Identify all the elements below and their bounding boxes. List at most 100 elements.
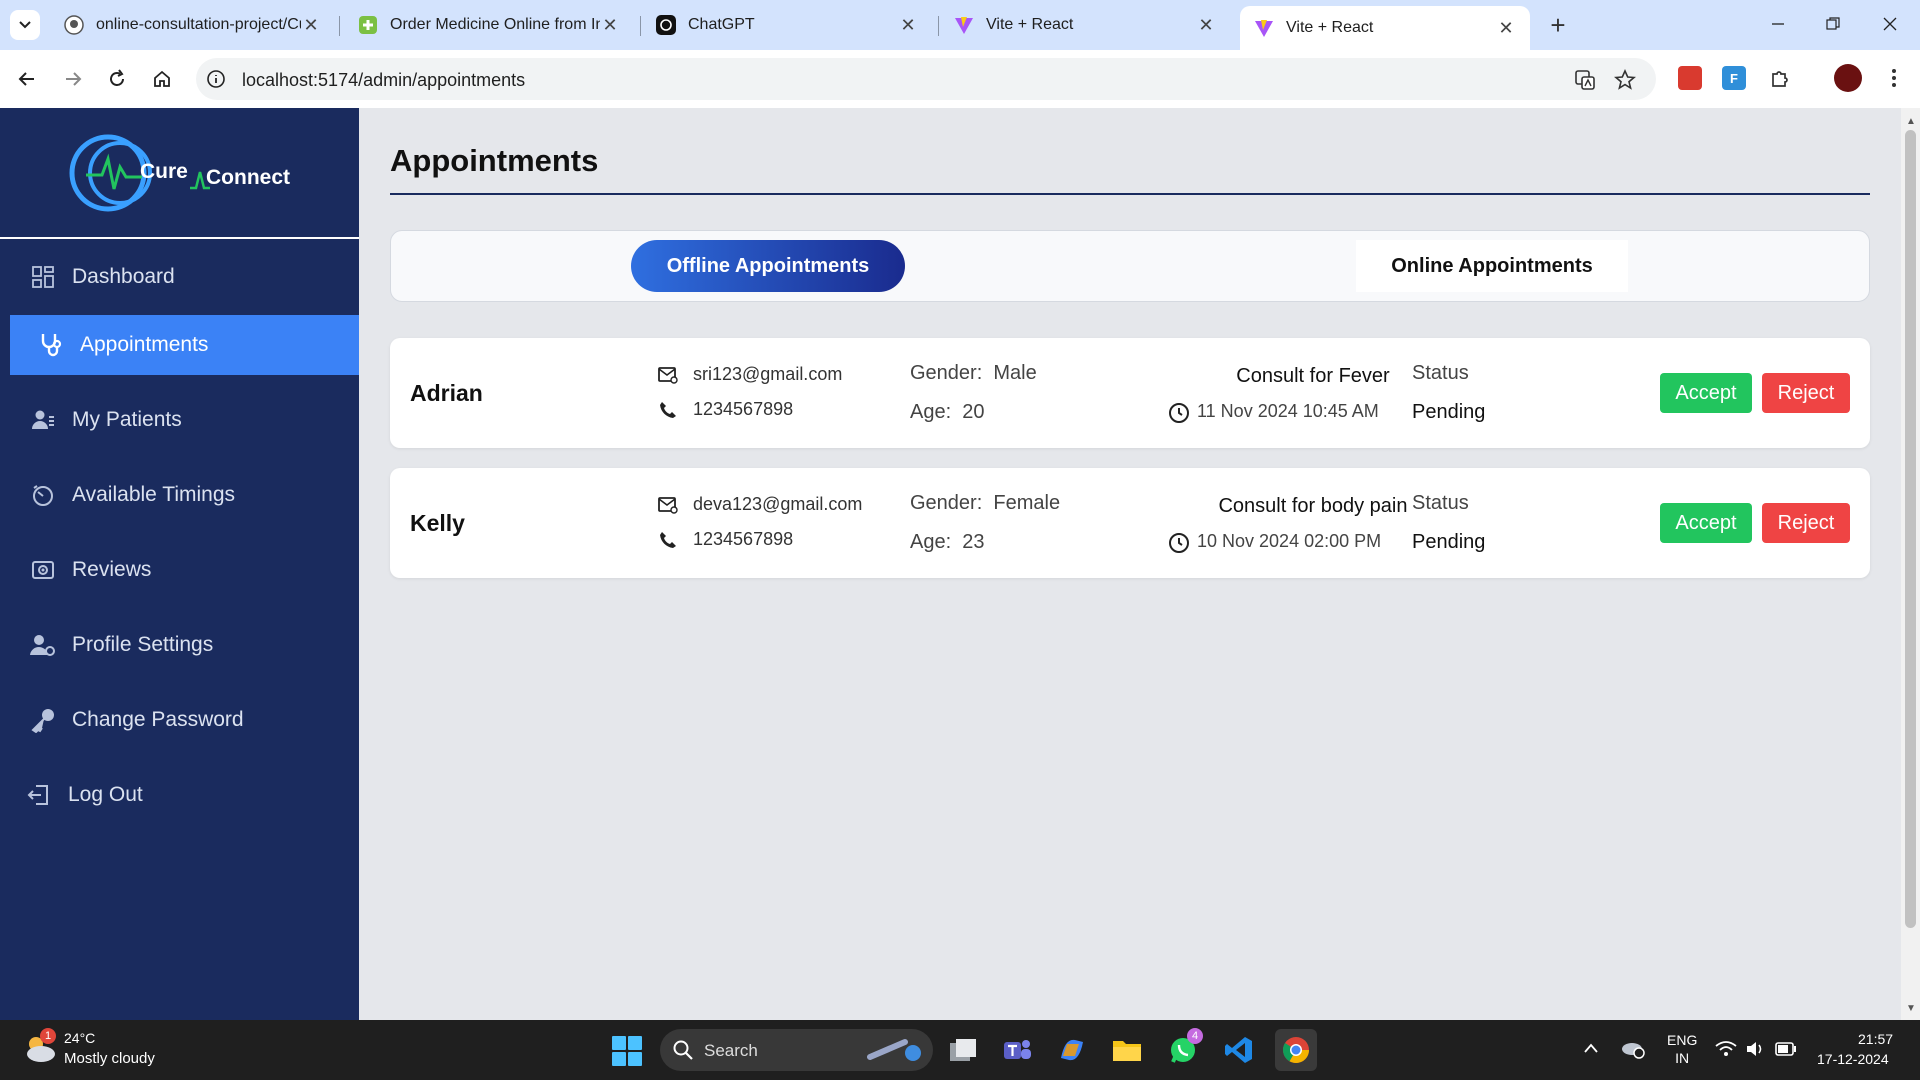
sidebar-item-label: Reviews xyxy=(72,558,152,581)
tab-close-icon[interactable]: ✕ xyxy=(1196,15,1216,36)
browser-tab-strip: online-consultation-project/Cu ✕ Order M… xyxy=(0,0,1920,50)
patient-phone: 1234567898 xyxy=(693,399,794,419)
translate-icon[interactable] xyxy=(1574,69,1596,91)
patient-phone: 1234567898 xyxy=(693,529,794,549)
file-explorer-icon[interactable] xyxy=(1110,1033,1144,1067)
accept-button[interactable]: Accept xyxy=(1660,503,1752,543)
weather-description[interactable]: Mostly cloudy xyxy=(64,1050,155,1067)
patients-icon xyxy=(30,407,56,433)
scroll-up-arrow-icon[interactable]: ▲ xyxy=(1906,116,1916,127)
menu-dots-icon[interactable] xyxy=(1882,66,1906,90)
appointment-tabs: Offline Appointments Online Appointments xyxy=(390,230,1870,302)
back-button[interactable] xyxy=(10,62,44,96)
tab-online-appointments[interactable]: Online Appointments xyxy=(1356,240,1628,292)
chrome-icon[interactable] xyxy=(1275,1029,1317,1071)
sidebar-item-log-out[interactable]: Log Out xyxy=(0,765,355,825)
patient-email: deva123@gmail.com xyxy=(693,494,863,514)
extension-blue-icon[interactable]: F xyxy=(1722,66,1746,90)
home-button[interactable] xyxy=(145,62,179,96)
sidebar-item-appointments[interactable]: Appointments xyxy=(10,315,359,375)
key-icon xyxy=(30,707,56,733)
tab-close-icon[interactable]: ✕ xyxy=(301,15,321,36)
reject-button[interactable]: Reject xyxy=(1762,373,1850,413)
browser-tab-vite-active[interactable]: Vite + React ✕ xyxy=(1240,6,1530,50)
scroll-down-arrow-icon[interactable]: ▼ xyxy=(1906,1003,1916,1014)
patient-gender: Gender: Female xyxy=(910,492,1060,515)
onedrive-icon[interactable] xyxy=(1620,1038,1646,1060)
scroll-thumb[interactable] xyxy=(1905,130,1916,928)
patient-name: Kelly xyxy=(410,510,465,536)
tab-close-icon[interactable]: ✕ xyxy=(898,15,918,36)
wifi-icon[interactable] xyxy=(1715,1040,1737,1058)
gender-value: Female xyxy=(993,492,1061,514)
new-tab-button[interactable]: + xyxy=(1543,10,1573,40)
vscode-icon[interactable] xyxy=(1222,1033,1256,1067)
status-label: Status xyxy=(1412,362,1469,384)
profile-avatar[interactable] xyxy=(1834,64,1862,92)
clock-time[interactable]: 21:57 xyxy=(1858,1031,1893,1047)
screen: online-consultation-project/Cu ✕ Order M… xyxy=(0,0,1920,1080)
bookmark-star-icon[interactable] xyxy=(1614,69,1636,91)
patient-age: Age: 20 xyxy=(910,401,985,424)
page-scrollbar[interactable]: ▲ ▼ xyxy=(1901,108,1920,1020)
appointment-card: Adrian sri123@gmail.com 1234567898 Gende… xyxy=(390,338,1870,448)
patient-age: Age: 23 xyxy=(910,531,985,554)
weather-temperature[interactable]: 24°C xyxy=(64,1030,95,1046)
copilot-icon[interactable] xyxy=(1055,1033,1089,1067)
browser-tab-chatgpt[interactable]: ChatGPT ✕ xyxy=(642,6,932,44)
close-window-icon[interactable] xyxy=(1870,8,1910,42)
tab-title: Vite + React xyxy=(986,16,1074,33)
address-bar[interactable]: localhost:5174/admin/appointments xyxy=(196,58,1656,100)
battery-icon[interactable] xyxy=(1775,1041,1797,1057)
tray-chevron-up-icon[interactable] xyxy=(1583,1042,1599,1054)
sidebar-item-my-patients[interactable]: My Patients xyxy=(0,390,359,450)
tab-separator xyxy=(938,16,939,36)
sidebar-item-profile-settings[interactable]: Profile Settings xyxy=(0,615,359,675)
language-indicator[interactable]: ENG IN xyxy=(1667,1031,1697,1067)
sidebar-item-label: Profile Settings xyxy=(72,633,214,656)
home-icon xyxy=(154,70,170,87)
tab-title: Order Medicine Online from Ind xyxy=(390,16,600,33)
windows-start-icon[interactable] xyxy=(612,1036,642,1066)
reload-button[interactable] xyxy=(100,62,134,96)
browser-tab-vite[interactable]: Vite + React ✕ xyxy=(940,6,1230,44)
sidebar-item-dashboard[interactable]: Dashboard xyxy=(0,239,359,314)
teams-icon[interactable] xyxy=(1000,1033,1034,1067)
phone-icon xyxy=(658,530,678,550)
restore-icon[interactable] xyxy=(1813,8,1853,42)
taskbar-search[interactable]: Search xyxy=(660,1029,933,1071)
whatsapp-badge: 4 xyxy=(1187,1028,1203,1044)
github-icon xyxy=(64,15,84,35)
gender-value: Male xyxy=(993,362,1037,384)
volume-icon[interactable] xyxy=(1745,1040,1767,1058)
minimize-icon[interactable] xyxy=(1758,8,1798,42)
sidebar-item-label: Available Timings xyxy=(72,483,236,506)
task-view-icon[interactable] xyxy=(946,1033,980,1067)
sidebar-item-change-password[interactable]: Change Password xyxy=(0,690,359,750)
reject-button[interactable]: Reject xyxy=(1762,503,1850,543)
sidebar-item-reviews[interactable]: Reviews xyxy=(0,540,359,600)
browser-tab-github[interactable]: online-consultation-project/Cu ✕ xyxy=(50,6,335,44)
logo[interactable]: Cure Connect xyxy=(0,108,359,239)
accept-button[interactable]: Accept xyxy=(1660,373,1752,413)
gender-label: Gender: xyxy=(910,492,983,514)
forward-button[interactable] xyxy=(56,62,90,96)
extensions-puzzle-icon[interactable] xyxy=(1768,66,1792,90)
consult-reason: Consult for body pain xyxy=(1218,495,1408,517)
tab-offline-appointments[interactable]: Offline Appointments xyxy=(631,240,905,292)
extension-red-icon[interactable] xyxy=(1678,66,1702,90)
age-value: 20 xyxy=(962,401,985,423)
tab-close-icon[interactable]: ✕ xyxy=(1496,18,1516,39)
mail-icon xyxy=(658,495,678,515)
sidebar-item-available-timings[interactable]: Available Timings xyxy=(0,465,359,525)
browser-tab-medicine[interactable]: Order Medicine Online from Ind ✕ xyxy=(344,6,634,44)
site-info-icon[interactable] xyxy=(206,69,226,89)
search-placeholder: Search xyxy=(704,1041,758,1060)
tab-close-icon[interactable]: ✕ xyxy=(600,15,620,36)
tab-search-button[interactable] xyxy=(10,10,40,40)
clock-icon xyxy=(1169,403,1189,423)
tab-title: Vite + React xyxy=(1286,19,1374,36)
logout-icon xyxy=(26,782,52,808)
mail-icon xyxy=(658,365,678,385)
clock-date[interactable]: 17-12-2024 xyxy=(1817,1051,1889,1067)
